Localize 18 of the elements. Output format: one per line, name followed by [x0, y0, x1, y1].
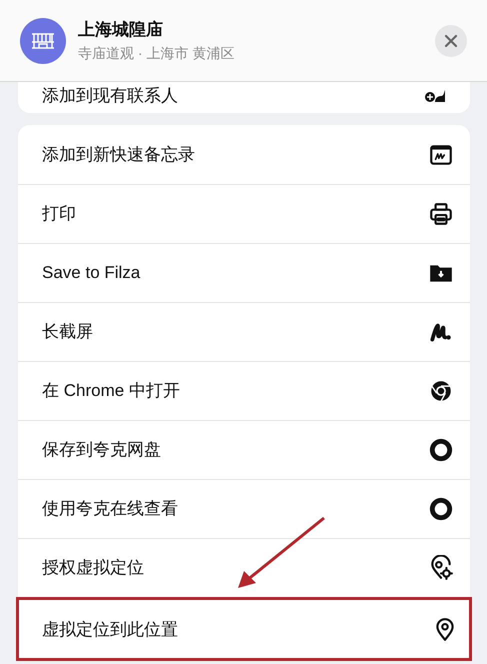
- ring-icon: [428, 496, 454, 522]
- menu-item[interactable]: 在 Chrome 中打开: [18, 361, 470, 420]
- menu-item[interactable]: 虚拟定位到此位置: [16, 597, 472, 661]
- menu-item[interactable]: 长截屏: [18, 302, 470, 361]
- close-icon: [444, 34, 458, 48]
- menu-item[interactable]: 保存到夸克网盘: [18, 420, 470, 479]
- menu-item[interactable]: 使用夸克在线查看: [18, 479, 470, 538]
- menu-item[interactable]: 添加到现有联系人: [18, 82, 470, 113]
- menu-item[interactable]: Save to Filza: [18, 243, 470, 302]
- temple-avatar-icon: [20, 18, 66, 64]
- close-button[interactable]: [435, 24, 467, 56]
- printer-icon: [428, 201, 454, 227]
- place-subtitle: 寺庙道观 · 上海市 黄浦区: [78, 44, 236, 63]
- menu-item[interactable]: 添加到新快速备忘录: [18, 125, 470, 184]
- ring-icon: [428, 437, 454, 463]
- place-title: 上海城隍庙: [78, 19, 164, 42]
- add-contact-icon: [424, 88, 446, 104]
- menu-item[interactable]: 打印: [18, 184, 470, 243]
